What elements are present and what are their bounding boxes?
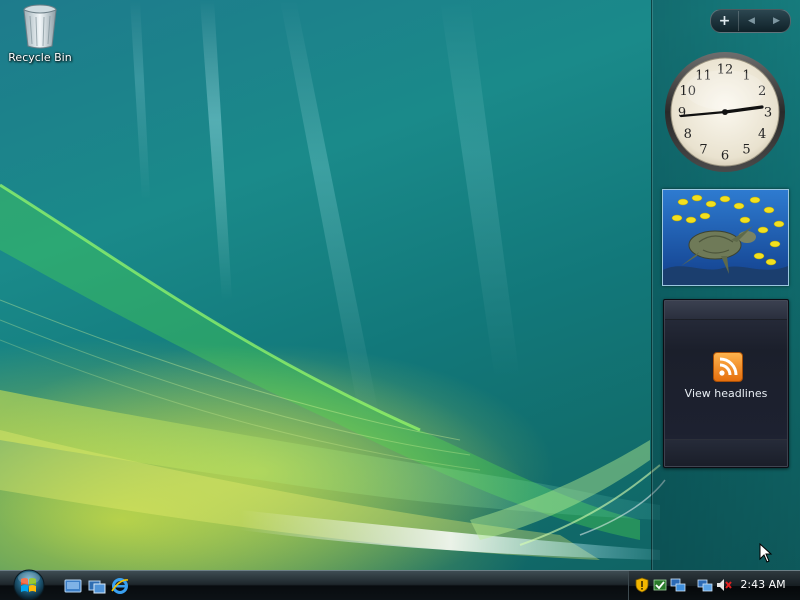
clock-numeral: 4 xyxy=(758,127,766,142)
network-icon[interactable] xyxy=(670,577,686,593)
slideshow-gadget[interactable] xyxy=(662,189,789,286)
sea-turtle-photo xyxy=(663,190,788,285)
show-desktop-icon[interactable] xyxy=(64,577,82,595)
add-gadget-button[interactable]: + xyxy=(711,11,739,31)
feed-gadget-footer xyxy=(665,439,787,466)
taskbar-clock[interactable]: 2:43 AM xyxy=(738,578,788,591)
next-page-button[interactable]: ▶ xyxy=(764,11,789,31)
clock-numeral: 5 xyxy=(742,143,750,158)
clock-numeral: 9 xyxy=(678,106,686,121)
sidebar-control-bar: + ◀ ▶ xyxy=(710,9,791,33)
view-headlines-link[interactable]: View headlines xyxy=(664,387,788,400)
rss-feed-icon xyxy=(713,352,743,382)
desktop-icon-recycle-bin[interactable]: Recycle Bin xyxy=(4,2,76,64)
clock-numeral: 6 xyxy=(721,149,729,164)
mouse-cursor-icon xyxy=(759,543,773,563)
analog-clock-face: 12 1234567891011 xyxy=(665,52,785,172)
desktop-icon-label: Recycle Bin xyxy=(8,51,72,64)
volume-muted-icon[interactable] xyxy=(716,577,732,593)
defender-icon[interactable] xyxy=(652,577,668,593)
recycle-bin-icon xyxy=(23,4,57,49)
clock-gadget[interactable]: 12 1 2 3 4 5 6 7 8 9 10 11 xyxy=(663,50,787,174)
desktop-background[interactable]: Recycle Bin + ◀ ▶ 12 1 2 3 4 5 6 7 8 9 1… xyxy=(0,0,800,600)
previous-page-button[interactable]: ◀ xyxy=(739,11,764,31)
internet-explorer-icon[interactable] xyxy=(111,577,129,595)
clock-numeral: 8 xyxy=(684,127,692,142)
switch-windows-icon[interactable] xyxy=(88,577,106,595)
clock-numeral: 3 xyxy=(764,106,772,121)
security-shield-icon[interactable] xyxy=(634,577,650,593)
feed-headlines-gadget[interactable]: View headlines xyxy=(663,299,789,468)
clock-numeral: 7 xyxy=(699,143,707,158)
feed-gadget-header xyxy=(665,301,787,320)
network-connection-icon[interactable] xyxy=(697,577,713,593)
windows-start-orb-icon[interactable] xyxy=(8,568,50,600)
